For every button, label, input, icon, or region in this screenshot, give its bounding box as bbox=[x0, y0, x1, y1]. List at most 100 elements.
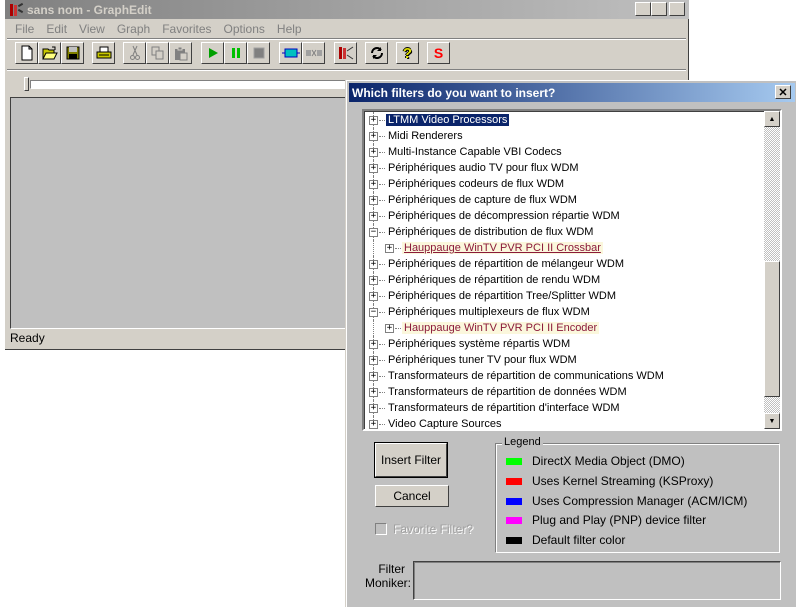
tree-item[interactable]: + Périphériques codeurs de flux WDM bbox=[364, 176, 764, 192]
filter-moniker-field[interactable] bbox=[413, 561, 781, 600]
expand-icon[interactable]: + bbox=[385, 323, 394, 333]
expand-icon[interactable]: + bbox=[369, 195, 378, 205]
expand-icon[interactable]: + bbox=[369, 115, 378, 125]
tree-item[interactable]: + LTMM Video Processors bbox=[364, 112, 764, 128]
save-button[interactable] bbox=[61, 42, 84, 64]
scroll-down-button[interactable]: ▼ bbox=[764, 413, 780, 429]
tree-item-label[interactable]: Périphériques de répartition de rendu WD… bbox=[386, 274, 602, 286]
expand-icon[interactable]: + bbox=[369, 259, 378, 269]
new-button[interactable] bbox=[15, 42, 38, 64]
tree-item-label[interactable]: Périphériques de répartition de mélangeu… bbox=[386, 258, 626, 270]
tree-item[interactable]: + Midi Renderers bbox=[364, 128, 764, 144]
tree-item-label[interactable]: Périphériques multiplexeurs de flux WDM bbox=[386, 306, 592, 318]
tree-item-label[interactable]: Transformateurs de répartition de commun… bbox=[386, 370, 666, 382]
expand-icon[interactable]: + bbox=[369, 131, 378, 141]
maximize-button[interactable]: □ bbox=[651, 2, 667, 16]
expand-icon[interactable]: + bbox=[369, 179, 378, 189]
expand-icon[interactable]: + bbox=[385, 243, 394, 253]
title-bar[interactable]: sans nom - GraphEdit _ □ ✕ bbox=[5, 0, 689, 19]
tree-item-label[interactable]: Hauppauge WinTV PVR PCI II Crossbar bbox=[402, 242, 603, 254]
tree-item-label[interactable]: Périphériques tuner TV pour flux WDM bbox=[386, 354, 579, 366]
favorite-filter-option[interactable]: Favorite Filter? bbox=[375, 522, 473, 536]
tree-item-label[interactable]: Video Capture Sources bbox=[386, 418, 504, 429]
play-button[interactable] bbox=[201, 42, 224, 64]
copy-button[interactable] bbox=[146, 42, 169, 64]
scroll-thumb[interactable] bbox=[764, 261, 780, 397]
menu-file[interactable]: File bbox=[9, 22, 40, 36]
menu-view[interactable]: View bbox=[73, 22, 111, 36]
insert-filters-button[interactable] bbox=[279, 42, 302, 64]
tree-item[interactable]: + Périphériques audio TV pour flux WDM bbox=[364, 160, 764, 176]
scroll-up-button[interactable]: ▲ bbox=[764, 111, 780, 127]
tree-item-label[interactable]: LTMM Video Processors bbox=[386, 114, 510, 126]
tree-item-label[interactable]: Périphériques de décompression répartie … bbox=[386, 210, 622, 222]
tree-item[interactable]: + Transformateurs de répartition de commu… bbox=[364, 368, 764, 384]
expand-icon[interactable]: + bbox=[369, 355, 378, 365]
filter-tree[interactable]: + LTMM Video Processors + Midi Renderers + Mu… bbox=[362, 109, 782, 431]
disconnect-button[interactable] bbox=[302, 42, 325, 64]
tree-item-label[interactable]: Périphériques de répartition Tree/Splitt… bbox=[386, 290, 618, 302]
open-button[interactable] bbox=[38, 42, 61, 64]
graph-canvas[interactable] bbox=[10, 97, 355, 329]
expand-icon[interactable]: + bbox=[369, 403, 378, 413]
tree-item-label[interactable]: Périphériques de capture de flux WDM bbox=[386, 194, 579, 206]
minimize-button[interactable]: _ bbox=[635, 2, 651, 16]
expand-icon[interactable]: + bbox=[369, 291, 378, 301]
tree-item[interactable]: − Périphériques multiplexeurs de flux WDM bbox=[364, 304, 764, 320]
tree-item-label[interactable]: Multi-Instance Capable VBI Codecs bbox=[386, 146, 564, 158]
cancel-button[interactable]: Cancel bbox=[375, 485, 449, 507]
tree-item[interactable]: − Périphériques de distribution de flux W… bbox=[364, 224, 764, 240]
expand-icon[interactable]: + bbox=[369, 339, 378, 349]
help-button[interactable]: ? bbox=[396, 42, 419, 64]
menu-favorites[interactable]: Favorites bbox=[156, 22, 217, 36]
render-file-button[interactable] bbox=[334, 42, 357, 64]
expand-icon[interactable]: + bbox=[369, 387, 378, 397]
favorite-filter-checkbox[interactable] bbox=[375, 523, 387, 535]
seek-slider-thumb[interactable] bbox=[24, 77, 29, 91]
tree-item[interactable]: + Périphériques de décompression répartie… bbox=[364, 208, 764, 224]
menu-options[interactable]: Options bbox=[218, 22, 271, 36]
tree-item-label[interactable]: Périphériques audio TV pour flux WDM bbox=[386, 162, 581, 174]
cut-button[interactable] bbox=[123, 42, 146, 64]
tree-item[interactable]: + Hauppauge WinTV PVR PCI II Crossbar bbox=[364, 240, 764, 256]
tree-item-label[interactable]: Périphériques système répartis WDM bbox=[386, 338, 572, 350]
pause-button[interactable] bbox=[224, 42, 247, 64]
collapse-icon[interactable]: − bbox=[369, 307, 378, 317]
refresh-button[interactable] bbox=[365, 42, 388, 64]
dialog-title-bar[interactable]: Which filters do you want to insert? ✕ bbox=[349, 83, 795, 102]
seek-button[interactable]: S bbox=[427, 42, 450, 64]
tree-item[interactable]: + Multi-Instance Capable VBI Codecs bbox=[364, 144, 764, 160]
stop-button[interactable] bbox=[247, 42, 270, 64]
tree-item[interactable]: + Périphériques de répartition Tree/Split… bbox=[364, 288, 764, 304]
expand-icon[interactable]: + bbox=[369, 275, 378, 285]
tree-item[interactable]: + Périphériques de capture de flux WDM bbox=[364, 192, 764, 208]
insert-filter-button[interactable]: Insert Filter bbox=[374, 442, 448, 478]
tree-item[interactable]: + Périphériques de répartition de mélange… bbox=[364, 256, 764, 272]
expand-icon[interactable]: + bbox=[369, 419, 378, 429]
tree-vertical-scrollbar[interactable]: ▲ ▼ bbox=[764, 111, 780, 429]
tree-item-label[interactable]: Périphériques de distribution de flux WD… bbox=[386, 226, 595, 238]
close-button[interactable]: ✕ bbox=[669, 2, 685, 16]
tree-item-label[interactable]: Périphériques codeurs de flux WDM bbox=[386, 178, 566, 190]
expand-icon[interactable]: + bbox=[369, 371, 378, 381]
tree-item-label[interactable]: Midi Renderers bbox=[386, 130, 465, 142]
menu-help[interactable]: Help bbox=[271, 22, 308, 36]
collapse-icon[interactable]: − bbox=[369, 227, 378, 237]
expand-icon[interactable]: + bbox=[369, 147, 378, 157]
print-button[interactable] bbox=[92, 42, 115, 64]
dialog-close-button[interactable]: ✕ bbox=[775, 85, 791, 99]
tree-item[interactable]: + Périphériques tuner TV pour flux WDM bbox=[364, 352, 764, 368]
paste-button[interactable] bbox=[169, 42, 192, 64]
tree-item[interactable]: + Périphériques de répartition de rendu W… bbox=[364, 272, 764, 288]
tree-item[interactable]: + Transformateurs de répartition de donné… bbox=[364, 384, 764, 400]
tree-item-label[interactable]: Hauppauge WinTV PVR PCI II Encoder bbox=[402, 322, 600, 334]
tree-item[interactable]: + Périphériques système répartis WDM bbox=[364, 336, 764, 352]
expand-icon[interactable]: + bbox=[369, 163, 378, 173]
tree-item[interactable]: + Hauppauge WinTV PVR PCI II Encoder bbox=[364, 320, 764, 336]
tree-item-label[interactable]: Transformateurs de répartition de donnée… bbox=[386, 386, 629, 398]
tree-item[interactable]: + Transformateurs de répartition d'interf… bbox=[364, 400, 764, 416]
menu-edit[interactable]: Edit bbox=[40, 22, 73, 36]
menu-graph[interactable]: Graph bbox=[111, 22, 156, 36]
seek-slider-track[interactable] bbox=[30, 80, 370, 89]
tree-item-label[interactable]: Transformateurs de répartition d'interfa… bbox=[386, 402, 622, 414]
